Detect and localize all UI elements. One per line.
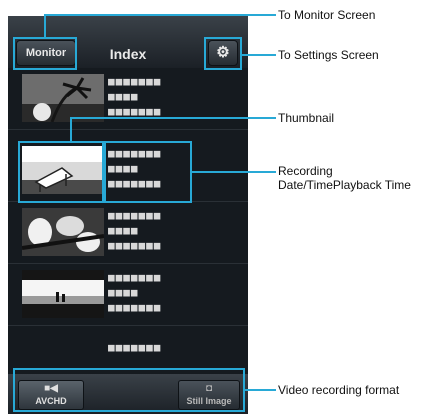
leader-line	[245, 389, 276, 391]
settings-highlight	[204, 37, 242, 70]
callout-settings: To Settings Screen	[278, 48, 379, 62]
recording-date: ■■■■■■■	[108, 271, 162, 284]
list-item[interactable]: ■■■■■■■ ■■■■ ■■■■■■■	[8, 202, 248, 264]
info-highlight	[104, 141, 192, 203]
thumbnail-highlight	[18, 141, 104, 203]
monitor-highlight	[13, 37, 77, 70]
recording-date: ■■■■■■■	[108, 75, 162, 88]
leader-line	[70, 117, 72, 142]
thumbnail	[22, 270, 104, 318]
thumbnail	[22, 208, 104, 256]
recording-date: ■■■■■■■	[108, 209, 162, 222]
callout-thumbnail: Thumbnail	[278, 111, 335, 125]
phone-screen: Monitor Index ⚙ ■■■■■■■ ■■■■ ■■■■■■■ ■■■…	[8, 16, 248, 414]
list-item[interactable]: ■■■■■■■ ■■■■ ■■■■■■■	[8, 264, 248, 326]
leader-line	[242, 54, 276, 56]
list-item[interactable]: ■■■■■■■ ■■■■ ■■■■■■■	[8, 68, 248, 130]
format-highlight	[13, 368, 245, 412]
leader-line	[44, 14, 46, 38]
callout-monitor: To Monitor Screen	[278, 8, 376, 22]
leader-line	[192, 171, 276, 173]
list-item[interactable]: ■■■■■■■	[8, 326, 248, 374]
thumbnail	[22, 74, 104, 122]
leader-line	[70, 117, 276, 119]
callout-recording: Recording	[278, 164, 333, 178]
leader-line	[44, 14, 276, 16]
callout-format: Video recording format	[278, 383, 400, 397]
page-title: Index	[109, 46, 147, 62]
recording-time: ■■■■	[108, 286, 139, 299]
playback-time: ■■■■■■■	[108, 301, 162, 314]
recording-date: ■■■■■■■	[108, 341, 162, 354]
recording-time: ■■■■	[108, 90, 139, 103]
recording-time: ■■■■	[108, 224, 139, 237]
playback-time: ■■■■■■■	[108, 239, 162, 252]
callout-recording-detail: Date/TimePlayback Time	[278, 178, 411, 192]
